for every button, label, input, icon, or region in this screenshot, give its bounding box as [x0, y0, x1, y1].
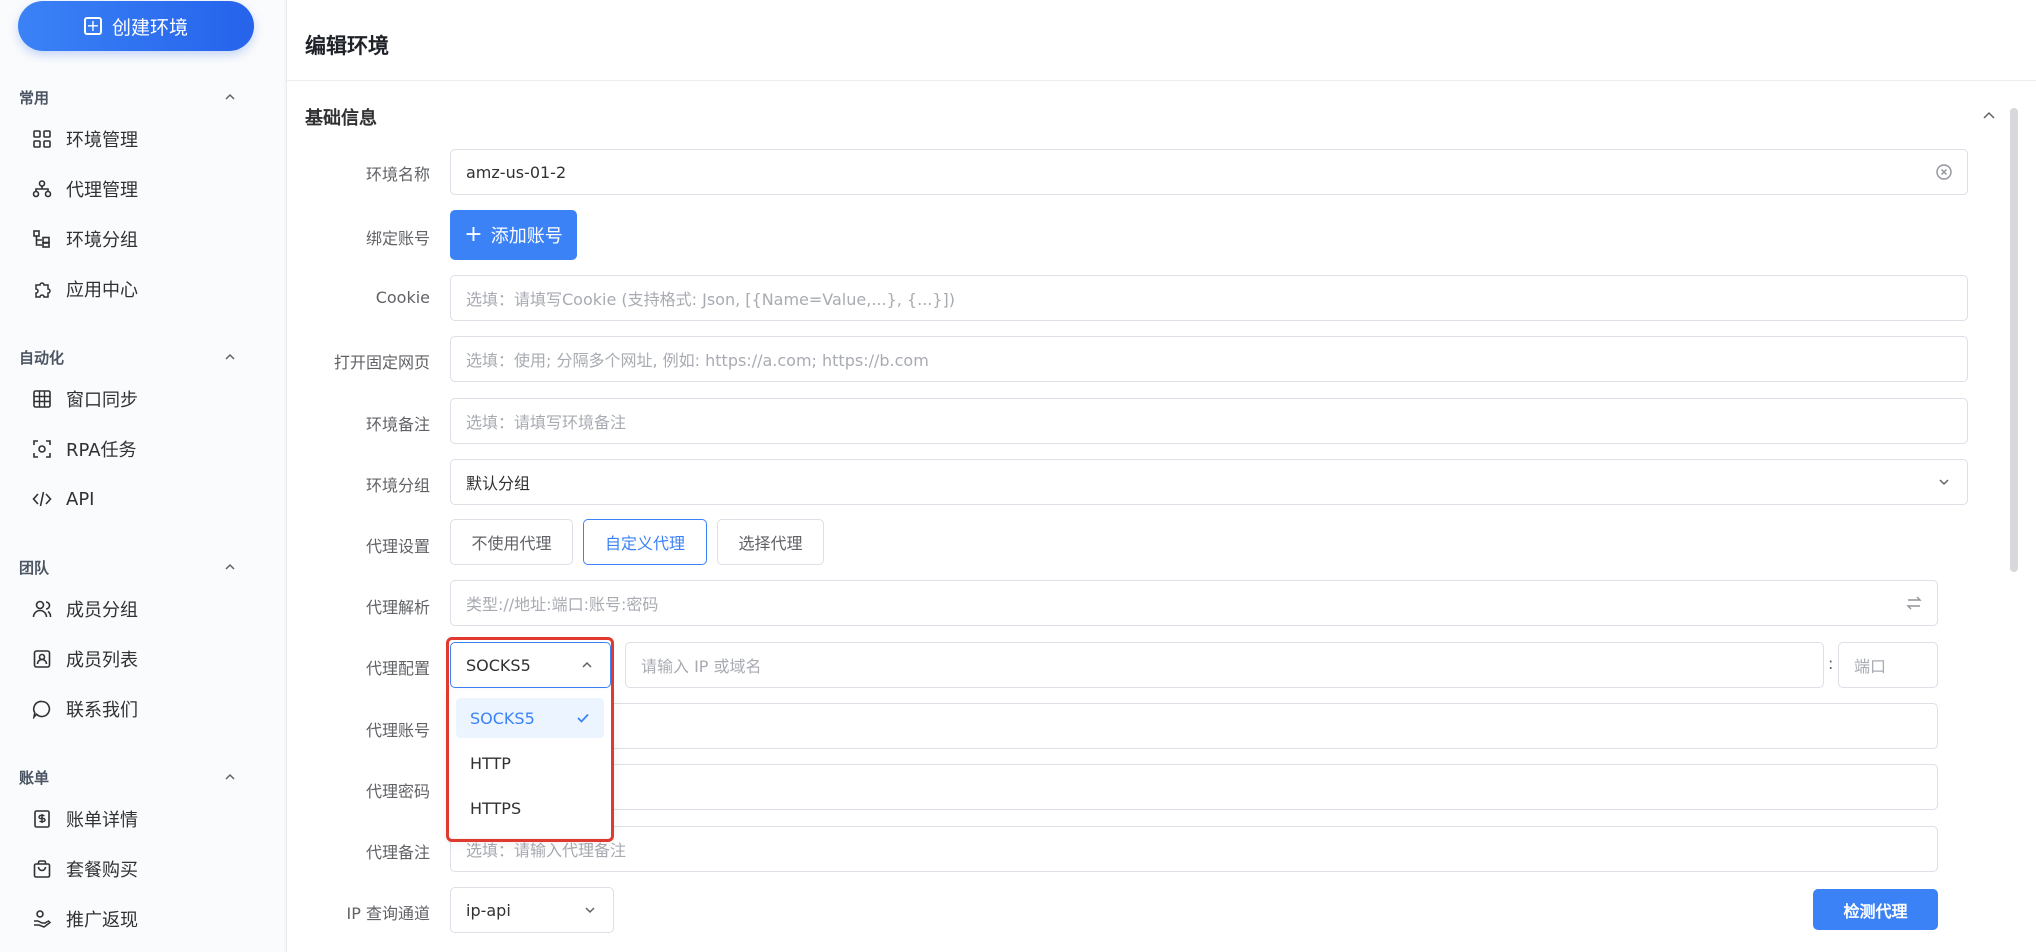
proxy-account-label: 代理账号 [365, 721, 430, 740]
section-title-automation: 自动化 [19, 349, 65, 367]
proxy-type-dropdown: SOCKS5 HTTP HTTPS [448, 690, 612, 838]
no-proxy-button[interactable]: 不使用代理 [450, 519, 573, 565]
chevron-up-icon [582, 661, 592, 668]
env-group-select[interactable]: 默认分组 [450, 459, 1968, 505]
sidebar-item-label: RPA任务 [66, 440, 137, 461]
check-proxy-button[interactable]: 检测代理 [1813, 889, 1938, 930]
sidebar-item-proxy-manage[interactable]: 代理管理 [32, 169, 262, 209]
card-title: 基础信息 [305, 108, 377, 129]
page-title: 编辑环境 [305, 34, 389, 58]
clear-circle-icon[interactable] [1935, 163, 1953, 181]
sidebar-item-label: 环境分组 [66, 230, 138, 251]
sidebar-item-referral[interactable]: 推广返现 [32, 899, 262, 939]
sidebar-item-label: 窗口同步 [66, 390, 138, 411]
dropdown-option-http[interactable]: HTTP [456, 743, 604, 783]
header-divider [286, 80, 2036, 81]
shopping-bag-icon [33, 860, 51, 878]
sidebar-item-api[interactable]: API [32, 479, 262, 519]
proxy-setting-label: 代理设置 [365, 537, 430, 556]
sidebar-item-label: 套餐购买 [66, 860, 138, 881]
sidebar-item-plan-purchase[interactable]: 套餐购买 [32, 849, 262, 889]
bill-dollar-icon [34, 810, 50, 828]
proxy-host-input[interactable]: 请输入 IP 或域名 [625, 642, 1824, 688]
check-icon [577, 713, 589, 723]
chevron-up-icon[interactable] [224, 561, 236, 573]
sidebar-item-label: API [66, 488, 95, 510]
sidebar-item-rpa-task[interactable]: RPA任务 [32, 429, 262, 469]
scan-target-icon [33, 440, 51, 458]
proxy-type-select[interactable]: SOCKS5 [450, 642, 611, 688]
proxy-note-label: 代理备注 [365, 843, 430, 862]
sidebar-item-label: 环境管理 [66, 130, 138, 151]
users-icon [32, 600, 52, 618]
add-account-button[interactable]: + 添加账号 [450, 210, 577, 260]
sidebar-item-env-group[interactable]: 环境分组 [32, 219, 262, 259]
dropdown-option-socks5[interactable]: SOCKS5 [456, 698, 604, 738]
sidebar-item-label: 账单详情 [66, 810, 138, 831]
sidebar-item-label: 推广返现 [66, 910, 138, 931]
ip-channel-label: IP 查询通道 [346, 904, 430, 923]
proxy-config-label: 代理配置 [365, 659, 430, 678]
swap-arrows-icon[interactable] [1905, 594, 1923, 612]
puzzle-icon [35, 282, 51, 298]
contact-card-icon [33, 650, 51, 668]
sidebar-item-label: 成员列表 [66, 650, 138, 671]
sidebar-item-label: 联系我们 [66, 700, 138, 721]
chevron-up-icon[interactable] [1982, 108, 1996, 122]
chevron-up-icon[interactable] [224, 351, 236, 363]
table-grid-icon [33, 390, 51, 408]
section-title-billing: 账单 [19, 769, 50, 787]
proxy-password-label: 代理密码 [365, 782, 430, 801]
proxy-port-input[interactable]: 端口 [1838, 642, 1938, 688]
sidebar-item-contact-us[interactable]: 联系我们 [32, 689, 262, 729]
chevron-up-icon[interactable] [224, 771, 236, 783]
open-pages-input[interactable]: 选填：使用; 分隔多个网址, 例如: https://a.com; https:… [450, 336, 1968, 382]
sidebar-item-app-center[interactable]: 应用中心 [32, 269, 262, 309]
proxy-parse-label: 代理解析 [365, 598, 430, 617]
section-title-common: 常用 [19, 89, 50, 107]
open-pages-label: 打开固定网页 [333, 353, 430, 372]
proxy-note-input[interactable]: 选填：请输入代理备注 [450, 826, 1938, 872]
proxy-parse-input[interactable]: 类型://地址:端口:账号:密码 [450, 580, 1938, 626]
sidebar-item-label: 成员分组 [66, 600, 138, 621]
proxy-account-input[interactable] [450, 703, 1938, 749]
bind-account-label: 绑定账号 [365, 229, 430, 248]
cookie-label: Cookie [375, 288, 430, 307]
code-icon [32, 491, 52, 507]
chat-bubble-icon [32, 700, 51, 719]
tree-icon [33, 230, 50, 248]
proxy-password-input[interactable] [450, 764, 1938, 810]
env-name-label: 环境名称 [365, 165, 430, 184]
scrollbar[interactable] [2010, 108, 2018, 572]
cookie-input[interactable]: 选填：请填写Cookie (支持格式: Json, [{Name=Value,.… [450, 275, 1968, 321]
create-environment-button[interactable]: + 创建环境 [18, 1, 254, 51]
sidebar-item-label: 代理管理 [66, 180, 138, 201]
env-group-label: 环境分组 [365, 476, 430, 495]
select-proxy-button[interactable]: 选择代理 [717, 519, 824, 565]
hand-coin-icon [34, 910, 52, 928]
sidebar-item-bill-detail[interactable]: 账单详情 [32, 799, 262, 839]
sidebar-item-env-manage[interactable]: 环境管理 [32, 119, 262, 159]
env-note-label: 环境备注 [365, 415, 430, 434]
sidebar-item-window-sync[interactable]: 窗口同步 [32, 379, 262, 419]
colon-separator: : [1828, 654, 1834, 673]
chevron-up-icon[interactable] [224, 91, 236, 103]
sidebar-item-member-list[interactable]: 成员列表 [32, 639, 262, 679]
sidebar: + 创建环境 常用 环境管理 代理管理 环境分组 应用中心 自动化 窗口同步 R… [0, 0, 284, 952]
chevron-down-icon [1939, 479, 1949, 486]
custom-proxy-button[interactable]: 自定义代理 [583, 519, 707, 565]
plus-icon: + [464, 222, 483, 247]
sidebar-item-label: 应用中心 [66, 280, 138, 301]
chevron-down-icon [585, 907, 595, 914]
dropdown-option-https[interactable]: HTTPS [456, 788, 604, 828]
env-name-input[interactable]: amz-us-01-2 [450, 149, 1968, 195]
env-note-input[interactable]: 选填：请填写环境备注 [450, 398, 1968, 444]
network-icon [32, 180, 52, 198]
grid-icon [33, 130, 51, 148]
plus-square-icon: + [83, 17, 102, 35]
sidebar-item-member-group[interactable]: 成员分组 [32, 589, 262, 629]
ip-channel-select[interactable]: ip-api [450, 887, 614, 933]
section-title-team: 团队 [19, 559, 50, 577]
